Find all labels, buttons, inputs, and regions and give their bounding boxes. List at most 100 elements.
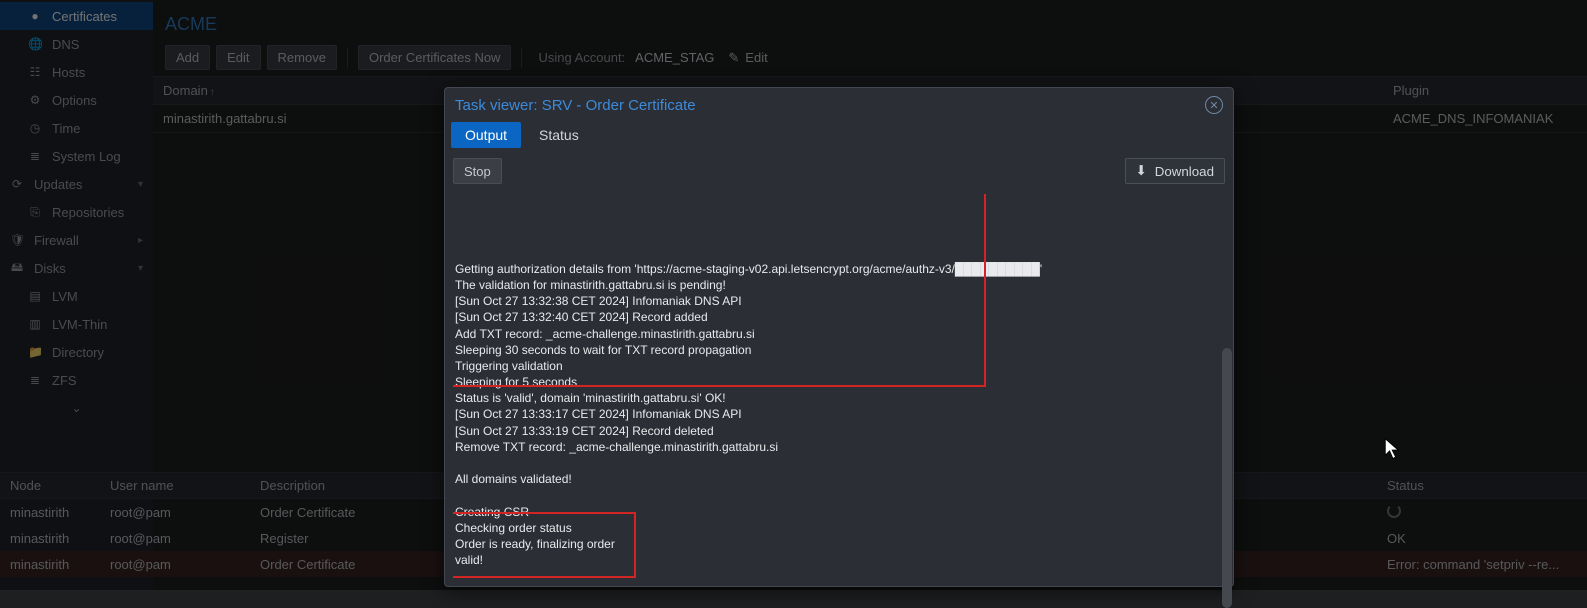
shield-icon: 🛡 (10, 233, 24, 247)
sidebar-item-dns[interactable]: 🌐 DNS (0, 30, 153, 58)
sidebar-item-label: System Log (52, 149, 121, 164)
list-icon: ☷ (28, 65, 42, 79)
sidebar-item-label: Options (52, 93, 97, 108)
download-label: Download (1155, 164, 1214, 179)
clock-icon: ◷ (28, 121, 42, 135)
log-line: Status is 'valid', domain 'minastirith.g… (455, 390, 1223, 406)
sidebar-item-label: Directory (52, 345, 104, 360)
sidebar-item-time[interactable]: ◷ Time (0, 114, 153, 142)
log-line: [Sun Oct 27 13:33:17 CET 2024] Infomania… (455, 406, 1223, 422)
sidebar-item-systemlog[interactable]: ≣ System Log (0, 142, 153, 170)
sidebar-item-lvmthin[interactable]: ▥ LVM-Thin (0, 310, 153, 338)
column-header-status[interactable]: Status (1377, 478, 1587, 493)
close-button[interactable]: ✕ (1205, 96, 1223, 114)
cell-status: OK (1377, 531, 1587, 546)
cell-status: Error: command 'setpriv --re... (1377, 557, 1587, 572)
log-output-pane[interactable]: Getting authorization details from 'http… (453, 194, 1225, 578)
tab-status[interactable]: Status (525, 122, 593, 148)
sidebar-item-firewall[interactable]: 🛡 Firewall ▸ (0, 226, 153, 254)
lvm-icon: ▤ (28, 289, 42, 303)
sidebar-item-directory[interactable]: 📁 Directory (0, 338, 153, 366)
account-edit-label: Edit (745, 50, 767, 65)
sidebar-item-label: Time (52, 121, 80, 136)
log-line: [Sun Oct 27 13:32:40 CET 2024] Record ad… (455, 309, 1223, 325)
column-header-user[interactable]: User name (100, 478, 250, 493)
sidebar-item-label: ZFS (52, 373, 77, 388)
lvmthin-icon: ▥ (28, 317, 42, 331)
task-viewer-modal: Task viewer: SRV - Order Certificate ✕ O… (444, 87, 1234, 587)
log-line (455, 568, 1223, 578)
chevron-down-icon: ▾ (138, 263, 143, 274)
disk-icon: 🖴 (10, 258, 24, 279)
log-line: Remove TXT record: _acme-challenge.minas… (455, 439, 1223, 455)
log-line: Checking order status (455, 520, 1223, 536)
log-line: Triggering validation (455, 358, 1223, 374)
sidebar-item-updates[interactable]: ⟳ Updates ▾ (0, 170, 153, 198)
sidebar-item-label: LVM-Thin (52, 317, 107, 332)
column-header-node[interactable]: Node (0, 478, 100, 493)
scrollbar[interactable] (1221, 168, 1233, 574)
sidebar-item-label: Hosts (52, 65, 85, 80)
log-line: All domains validated! (455, 471, 1223, 487)
sidebar-item-label: Certificates (52, 9, 117, 24)
log-line: Getting authorization details from 'http… (455, 261, 1223, 277)
sidebar-item-disks[interactable]: 🖴 Disks ▾ (0, 254, 153, 282)
column-header-plugin[interactable]: Plugin (1383, 77, 1587, 104)
page-title: ACME (153, 0, 1587, 45)
cell-user: root@pam (100, 505, 250, 520)
chevron-down-icon: ⌄ (70, 401, 84, 415)
cell-status (1377, 504, 1587, 521)
repo-icon: ⎘ (28, 205, 42, 220)
remove-button[interactable]: Remove (267, 45, 337, 70)
download-icon: ⬇ (1136, 163, 1147, 179)
sidebar-item-label: Disks (34, 261, 66, 276)
sidebar-item-label: Firewall (34, 233, 79, 248)
tab-output[interactable]: Output (451, 122, 521, 148)
log-line: valid! (455, 552, 1223, 568)
sidebar-item-repositories[interactable]: ⎘ Repositories (0, 198, 153, 226)
log-line: Order is ready, finalizing order (455, 536, 1223, 552)
download-button[interactable]: ⬇ Download (1125, 158, 1225, 184)
sort-asc-icon: ↑ (210, 87, 215, 98)
refresh-icon: ⟳ (10, 177, 24, 191)
scrollbar-thumb[interactable] (1222, 348, 1232, 608)
chevron-down-icon: ▾ (138, 179, 143, 190)
stop-button[interactable]: Stop (453, 158, 502, 184)
sidebar-item-zfs[interactable]: ≣ ZFS (0, 366, 153, 394)
folder-icon: 📁 (28, 345, 42, 359)
sidebar-item-certificates[interactable]: ● Certificates (0, 2, 153, 30)
log-line: Creating CSR (455, 504, 1223, 520)
cell-node: minastirith (0, 557, 100, 572)
gear-icon: ⚙ (28, 93, 42, 107)
account-edit-link[interactable]: ✎ Edit (728, 50, 767, 66)
log-line (455, 487, 1223, 503)
close-icon: ✕ (1209, 99, 1218, 112)
toolbar: Add Edit Remove Order Certificates Now U… (153, 45, 1587, 76)
modal-title: Task viewer: SRV - Order Certificate (455, 97, 696, 114)
log-line: Sleeping 30 seconds to wait for TXT reco… (455, 342, 1223, 358)
using-account-value: ACME_STAG (635, 50, 714, 65)
using-account-label: Using Account: (538, 50, 625, 65)
cell-node: minastirith (0, 531, 100, 546)
log-line: [Sun Oct 27 13:33:19 CET 2024] Record de… (455, 423, 1223, 439)
add-button[interactable]: Add (165, 45, 210, 70)
log-line: The validation for minastirith.gattabru.… (455, 277, 1223, 293)
sidebar-item-options[interactable]: ⚙ Options (0, 86, 153, 114)
pencil-icon: ✎ (728, 50, 739, 66)
mouse-cursor-icon (1384, 438, 1402, 462)
log-line (455, 455, 1223, 471)
log-icon: ≣ (28, 149, 42, 163)
order-certs-button[interactable]: Order Certificates Now (358, 45, 511, 70)
sidebar-expand-toggle[interactable]: ⌄ (0, 394, 153, 422)
cell-user: root@pam (100, 557, 250, 572)
sidebar-item-hosts[interactable]: ☷ Hosts (0, 58, 153, 86)
sidebar-item-label: Repositories (52, 205, 124, 220)
sidebar-item-label: LVM (52, 289, 78, 304)
sidebar-item-lvm[interactable]: ▤ LVM (0, 282, 153, 310)
chevron-right-icon: ▸ (138, 235, 143, 246)
modal-titlebar: Task viewer: SRV - Order Certificate ✕ (445, 88, 1233, 122)
sidebar-item-label: Updates (34, 177, 82, 192)
log-line: Add TXT record: _acme-challenge.minastir… (455, 326, 1223, 342)
edit-button[interactable]: Edit (216, 45, 260, 70)
cell-node: minastirith (0, 505, 100, 520)
